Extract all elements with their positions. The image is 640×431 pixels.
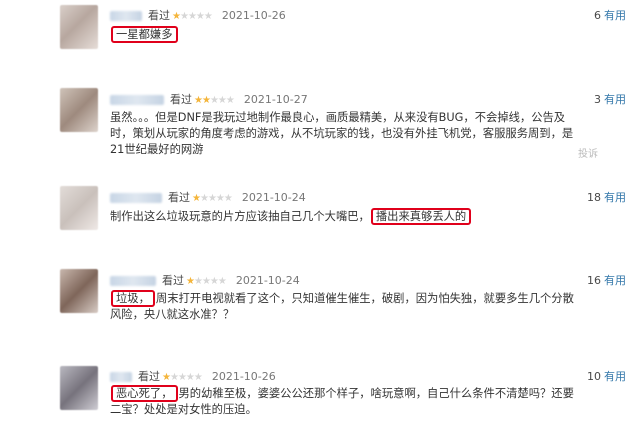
star-filled-icon: ★ [186, 276, 195, 287]
user-avatar[interactable] [60, 5, 98, 49]
star-filled-icon: ★ [172, 11, 181, 22]
useful-vote: 10 有用 [587, 369, 626, 385]
useful-button[interactable]: 有用 [604, 191, 626, 204]
star-filled-icon: ★ [192, 193, 201, 204]
user-avatar[interactable] [60, 269, 98, 313]
useful-count: 6 [594, 9, 601, 22]
username-redacted[interactable] [110, 95, 164, 105]
star-empty-icon: ★ [217, 276, 227, 287]
user-avatar[interactable] [60, 88, 98, 132]
review-meta: 看过 ★★★★★ 2021-10-27 [110, 92, 308, 108]
review-meta: 看过 ★★★★★ 2021-10-24 [110, 273, 300, 289]
watch-status: 看过 [162, 274, 184, 287]
highlighted-text: 一星都嫌多 [111, 26, 178, 43]
username-redacted[interactable] [110, 11, 142, 21]
useful-count: 18 [587, 191, 601, 204]
rating-stars: ★★★★★ [192, 193, 233, 204]
review-meta: 看过 ★★★★★ 2021-10-24 [110, 190, 306, 206]
review-content: 虽然。。。但是DNF是我玩过地制作最良心，画质最精美，从来没有BUG，不会掉线，… [110, 110, 580, 158]
highlighted-text: 播出来真够丢人的 [370, 208, 472, 225]
star-empty-icon: ★ [185, 372, 195, 383]
user-avatar[interactable] [60, 366, 98, 410]
review-content: 制作出这么垃圾玩意的片方应该抽自己几个大嘴巴， 播出来真够丢人的 [110, 208, 580, 225]
star-empty-icon: ★ [223, 193, 233, 204]
username-redacted[interactable] [110, 372, 132, 382]
star-empty-icon: ★ [195, 11, 205, 22]
star-empty-icon: ★ [225, 95, 235, 106]
review-date: 2021-10-26 [211, 370, 276, 383]
review-date: 2021-10-24 [241, 191, 306, 204]
star-empty-icon: ★ [209, 95, 219, 106]
star-filled-icon: ★ [201, 95, 211, 106]
useful-count: 16 [587, 274, 601, 287]
watch-status: 看过 [170, 93, 192, 106]
useful-vote: 6 有用 [594, 8, 626, 24]
useful-vote: 16 有用 [587, 273, 626, 289]
user-avatar[interactable] [60, 186, 98, 230]
star-empty-icon: ★ [169, 372, 179, 383]
useful-button[interactable]: 有用 [604, 9, 626, 22]
review-content: 恶心死了， 男的幼稚至极，婆婆公公还那个样子，啥玩意啊，自己什么条件不清楚吗？还要… [110, 385, 580, 418]
review-date: 2021-10-27 [243, 93, 308, 106]
review-date: 2021-10-24 [235, 274, 300, 287]
review-date: 2021-10-26 [221, 9, 286, 22]
useful-vote: 18 有用 [587, 190, 626, 206]
star-empty-icon: ★ [187, 11, 197, 22]
star-empty-icon: ★ [177, 372, 187, 383]
star-empty-icon: ★ [179, 11, 189, 22]
useful-vote: 3 有用 [594, 92, 626, 108]
star-empty-icon: ★ [201, 276, 211, 287]
useful-button[interactable]: 有用 [604, 370, 626, 383]
review-meta: 看过 ★★★★★ 2021-10-26 [110, 8, 286, 24]
review-content: 一星都嫌多 [110, 26, 580, 43]
star-empty-icon: ★ [193, 276, 203, 287]
username-redacted[interactable] [110, 276, 156, 286]
highlighted-text: 恶心死了， [111, 385, 178, 402]
star-empty-icon: ★ [199, 193, 209, 204]
star-empty-icon: ★ [207, 193, 217, 204]
watch-status: 看过 [148, 9, 170, 22]
useful-button[interactable]: 有用 [604, 93, 626, 106]
useful-button[interactable]: 有用 [604, 274, 626, 287]
rating-stars: ★★★★★ [162, 372, 203, 383]
rating-stars: ★★★★★ [194, 95, 235, 106]
review-text: 制作出这么垃圾玩意的片方应该抽自己几个大嘴巴， [110, 210, 370, 223]
useful-count: 10 [587, 370, 601, 383]
review-text: 虽然。。。但是DNF是我玩过地制作最良心，画质最精美，从来没有BUG，不会掉线，… [110, 111, 574, 156]
report-link[interactable]: 投诉 [578, 145, 598, 160]
star-empty-icon: ★ [209, 276, 219, 287]
review-text-rest: 男的幼稚至极，婆婆公公还那个样子，啥玩意啊，自己什么条件不清楚吗？还要二宝？处处… [110, 387, 574, 416]
star-empty-icon: ★ [215, 193, 225, 204]
watch-status: 看过 [138, 370, 160, 383]
review-text-rest: 周末打开电视就看了这个，只知道催生催生，破剧，因为怕失独，就要多生几个分散风险，… [110, 292, 574, 321]
star-filled-icon: ★ [194, 95, 203, 106]
star-empty-icon: ★ [217, 95, 227, 106]
review-content: 垃圾， 周末打开电视就看了这个，只知道催生催生，破剧，因为怕失独，就要多生几个分散… [110, 290, 580, 323]
star-filled-icon: ★ [162, 372, 171, 383]
watch-status: 看过 [168, 191, 190, 204]
star-empty-icon: ★ [203, 11, 213, 22]
highlighted-text: 垃圾， [111, 290, 155, 307]
useful-count: 3 [594, 93, 601, 106]
review-meta: 看过 ★★★★★ 2021-10-26 [110, 369, 276, 385]
rating-stars: ★★★★★ [172, 11, 213, 22]
username-redacted[interactable] [110, 193, 162, 203]
rating-stars: ★★★★★ [186, 276, 227, 287]
star-empty-icon: ★ [193, 372, 203, 383]
